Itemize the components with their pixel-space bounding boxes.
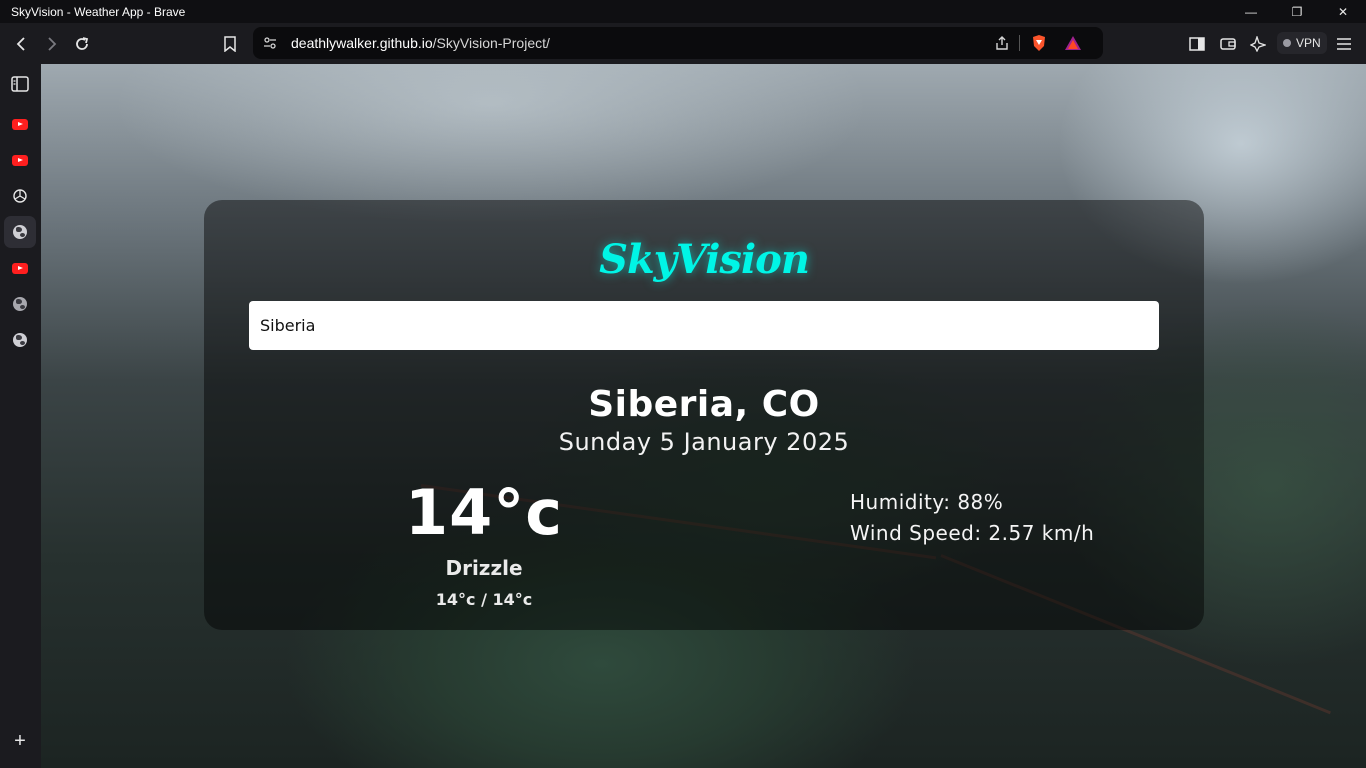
- brave-rewards-icon[interactable]: [1060, 30, 1086, 56]
- leo-ai-icon[interactable]: [1245, 31, 1271, 57]
- page-content: SkyVision Siberia, CO Sunday 5 January 2…: [41, 64, 1366, 768]
- city-search-input[interactable]: [249, 301, 1159, 350]
- temperature: 14°c: [404, 476, 564, 549]
- close-window-button[interactable]: ✕: [1320, 0, 1366, 23]
- window-controls: — ❐ ✕: [1228, 0, 1366, 23]
- youtube-icon: [12, 262, 28, 274]
- weather-condition: Drizzle: [445, 556, 523, 580]
- sidebar-panel-button[interactable]: [4, 68, 36, 100]
- site-settings-icon[interactable]: [257, 30, 283, 56]
- url-host: deathlywalker.github.io: [291, 35, 433, 51]
- temperature-range: 14°c / 14°c: [435, 590, 533, 609]
- browser-toolbar: deathlywalker.github.io/SkyVision-Projec…: [0, 23, 1366, 64]
- browser-sidebar: +: [0, 64, 41, 768]
- wallet-icon[interactable]: [1215, 31, 1241, 57]
- forward-arrow-icon[interactable]: [38, 31, 64, 57]
- vpn-status-icon: [1283, 39, 1291, 47]
- sidebar-panel-icon: [11, 76, 29, 92]
- back-arrow-icon[interactable]: [9, 31, 35, 57]
- address-bar[interactable]: deathlywalker.github.io/SkyVision-Projec…: [253, 27, 1103, 59]
- sidebar-item-globe-2[interactable]: [4, 288, 36, 320]
- app-logo: SkyVision: [599, 236, 810, 283]
- humidity: Humidity: 88%: [850, 490, 1004, 514]
- bookmark-icon[interactable]: [217, 31, 243, 57]
- sidebar-toggle-icon[interactable]: [1184, 31, 1210, 57]
- url-divider: [1019, 35, 1020, 51]
- sidebar-item-globe-3[interactable]: [4, 324, 36, 356]
- restore-button[interactable]: ❐: [1274, 0, 1320, 23]
- reload-icon[interactable]: [69, 31, 95, 57]
- wind-speed: Wind Speed: 2.57 km/h: [850, 521, 1095, 545]
- globe-icon: [13, 333, 27, 347]
- weather-card: SkyVision Siberia, CO Sunday 5 January 2…: [204, 200, 1204, 630]
- url-text: deathlywalker.github.io/SkyVision-Projec…: [291, 35, 550, 51]
- vpn-button[interactable]: VPN: [1277, 32, 1327, 54]
- menu-icon[interactable]: [1331, 31, 1357, 57]
- vpn-label: VPN: [1296, 36, 1321, 50]
- current-date: Sunday 5 January 2025: [558, 428, 850, 456]
- youtube-icon: [12, 118, 28, 130]
- sidebar-add-button[interactable]: +: [4, 725, 36, 757]
- sidebar-item-youtube-3[interactable]: [4, 252, 36, 284]
- globe-icon: [13, 297, 27, 311]
- url-path: /SkyVision-Project/: [432, 35, 550, 51]
- globe-icon: [13, 225, 27, 239]
- minimize-button[interactable]: —: [1228, 0, 1274, 23]
- sidebar-item-globe-active[interactable]: [4, 216, 36, 248]
- brave-shields-icon[interactable]: [1026, 30, 1052, 56]
- sidebar-item-youtube-2[interactable]: [4, 144, 36, 176]
- youtube-icon: [12, 154, 28, 166]
- window-titlebar: SkyVision - Weather App - Brave — ❐ ✕: [0, 0, 1366, 23]
- sidebar-item-chatgpt[interactable]: [4, 180, 36, 212]
- share-icon[interactable]: [989, 30, 1015, 56]
- window-title: SkyVision - Weather App - Brave: [11, 4, 186, 19]
- city-name: Siberia, CO: [588, 384, 820, 425]
- sidebar-item-youtube-1[interactable]: [4, 108, 36, 140]
- openai-icon: [13, 189, 27, 203]
